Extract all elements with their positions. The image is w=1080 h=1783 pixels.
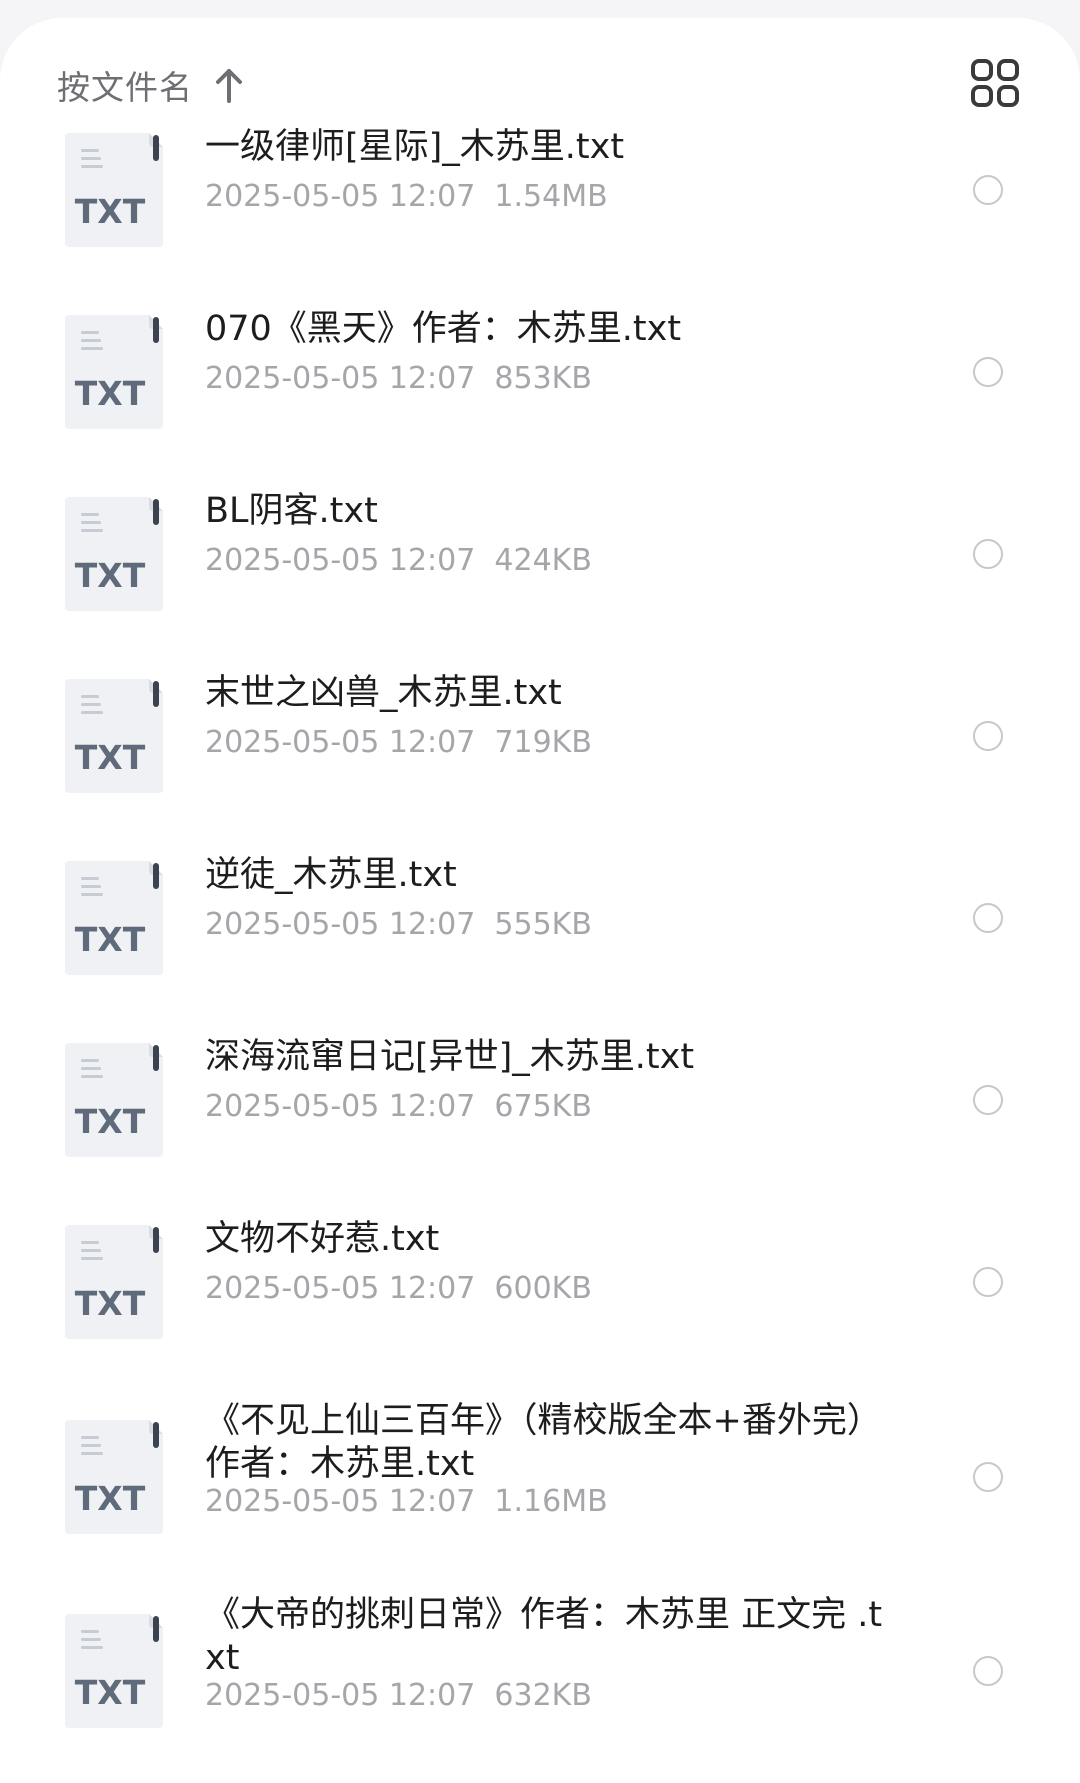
file-type-label: TXT [75,556,146,595]
file-date: 2025-05-05 12:07 [205,725,476,760]
file-name: 末世之凶兽_木苏里.txt [205,673,562,713]
file-name: 一级律师[星际]_木苏里.txt [205,127,625,167]
file-meta: 2025-05-05 12:07 600KB [205,1269,592,1309]
file-size: 632KB [494,1678,592,1713]
file-name: 文物不好惹.txt [205,1219,440,1259]
file-meta: 2025-05-05 12:07 632KB [205,1676,592,1716]
file-type-label: TXT [75,374,146,413]
select-radio[interactable] [973,903,1003,933]
select-radio[interactable] [973,539,1003,569]
sort-label: 按文件名 [57,68,193,107]
file-meta: 2025-05-05 12:07 1.16MB [205,1482,608,1522]
file-type-label: TXT [75,192,146,231]
arrow-up-icon [216,69,242,103]
txt-file-icon: TXT [65,679,163,793]
txt-file-icon: TXT [65,497,163,611]
txt-file-icon: TXT [65,315,163,429]
select-radio[interactable] [973,721,1003,751]
file-row[interactable]: TXT 一级律师[星际]_木苏里.txt 2025-05-05 12:07 1.54… [0,127,1080,310]
file-type-label: TXT [75,1673,146,1712]
file-date: 2025-05-05 12:07 [205,1089,476,1124]
file-type-label: TXT [75,920,146,959]
file-row[interactable]: TXT 《不见上仙三百年》（精校版全本+番外完）作者：木苏里.txt 2025-05… [0,1401,1080,1586]
file-meta: 2025-05-05 12:07 424KB [205,541,592,581]
file-date: 2025-05-05 12:07 [205,1678,476,1713]
file-row[interactable]: TXT 末世之凶兽_木苏里.txt 2025-05-05 12:07 719KB [0,673,1080,856]
select-radio[interactable] [973,1267,1003,1297]
file-meta: 2025-05-05 12:07 853KB [205,359,592,399]
file-name: 深海流窜日记[异世]_木苏里.txt [205,1037,695,1077]
file-size: 1.54MB [494,179,608,214]
select-radio[interactable] [973,1462,1003,1492]
file-date: 2025-05-05 12:07 [205,361,476,396]
txt-file-icon: TXT [65,1614,163,1728]
file-type-label: TXT [75,1284,146,1323]
file-size: 555KB [494,907,592,942]
file-row[interactable]: TXT 逆徒_木苏里.txt 2025-05-05 12:07 555KB [0,855,1080,1038]
select-radio[interactable] [973,175,1003,205]
file-type-label: TXT [75,738,146,777]
file-size: 853KB [494,361,592,396]
file-name: 逆徒_木苏里.txt [205,855,457,895]
txt-file-icon: TXT [65,133,163,247]
file-list-sheet: 按文件名 TXT 一级律师[星际]_木苏里.txt 2025-05-05 12:07… [0,18,1080,1783]
file-size: 1.16MB [494,1484,608,1519]
file-name: 070《黑天》作者：木苏里.txt [205,309,682,349]
file-date: 2025-05-05 12:07 [205,179,476,214]
file-name: BL阴客.txt [205,491,378,531]
txt-file-icon: TXT [65,1420,163,1534]
file-date: 2025-05-05 12:07 [205,907,476,942]
file-name: 《大帝的挑刺日常》作者：木苏里 正文完 .txt [205,1595,883,1678]
file-row[interactable]: TXT 文物不好惹.txt 2025-05-05 12:07 600KB [0,1219,1080,1402]
file-row[interactable]: TXT 深海流窜日记[异世]_木苏里.txt 2025-05-05 12:07 67… [0,1037,1080,1220]
file-date: 2025-05-05 12:07 [205,1484,476,1519]
txt-file-icon: TXT [65,1043,163,1157]
file-date: 2025-05-05 12:07 [205,543,476,578]
file-row[interactable]: TXT BL阴客.txt 2025-05-05 12:07 424KB [0,491,1080,674]
file-size: 719KB [494,725,592,760]
sort-by-name-button[interactable]: 按文件名 [57,60,247,110]
select-radio[interactable] [973,1656,1003,1686]
file-size: 600KB [494,1271,592,1306]
file-name: 《不见上仙三百年》（精校版全本+番外完）作者：木苏里.txt [205,1401,882,1484]
file-meta: 2025-05-05 12:07 1.54MB [205,177,608,217]
file-size: 675KB [494,1089,592,1124]
file-row[interactable]: TXT 070《黑天》作者：木苏里.txt 2025-05-05 12:07 853… [0,309,1080,492]
txt-file-icon: TXT [65,1225,163,1339]
txt-file-icon: TXT [65,861,163,975]
file-type-label: TXT [75,1102,146,1141]
grid-view-icon[interactable] [970,58,1020,108]
file-meta: 2025-05-05 12:07 555KB [205,905,592,945]
file-meta: 2025-05-05 12:07 675KB [205,1087,592,1127]
select-radio[interactable] [973,1085,1003,1115]
file-row[interactable]: TXT 《大帝的挑刺日常》作者：木苏里 正文完 .txt 2025-05-05 12… [0,1595,1080,1780]
select-radio[interactable] [973,357,1003,387]
file-type-label: TXT [75,1479,146,1518]
file-meta: 2025-05-05 12:07 719KB [205,723,592,763]
file-date: 2025-05-05 12:07 [205,1271,476,1306]
file-size: 424KB [494,543,592,578]
